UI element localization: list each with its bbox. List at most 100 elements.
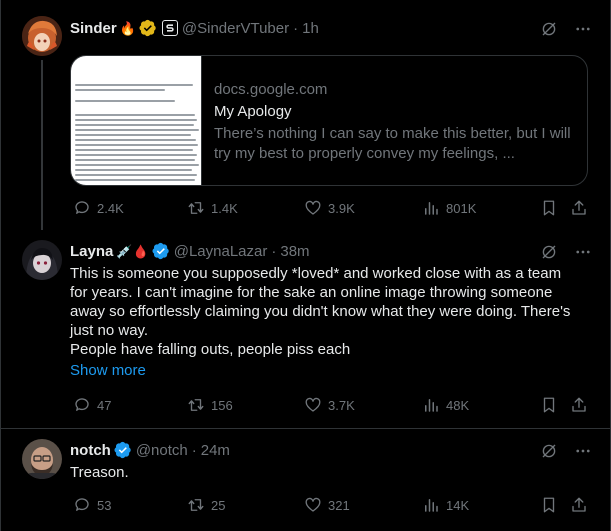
heart-icon xyxy=(305,397,321,412)
tweet-header: notch @notch · 24m xyxy=(70,440,230,460)
avatar[interactable] xyxy=(22,439,62,479)
verified-gold-icon[interactable] xyxy=(139,19,157,37)
like-button[interactable]: 3.7K xyxy=(304,396,355,414)
handle[interactable]: @LaynaLazar xyxy=(174,243,268,260)
show-more-link[interactable]: Show more xyxy=(70,361,590,380)
tweet-text-line: away so effortlessly claiming you didn't… xyxy=(70,303,571,320)
retweet-count: 25 xyxy=(211,497,226,513)
views-chart-icon xyxy=(425,202,438,215)
like-button[interactable]: 321 xyxy=(304,496,350,514)
retweet-count: 156 xyxy=(211,397,233,413)
thread-line xyxy=(41,60,43,230)
reply-count: 47 xyxy=(97,397,112,413)
action-bar: 53 25 321 14K xyxy=(70,496,592,516)
tweet-sinder[interactable]: Sinder 🔥 @SinderVTuber · 1h docs.google.… xyxy=(1,0,611,230)
link-card[interactable]: docs.google.com My Apology There’s nothi… xyxy=(70,55,588,186)
separator-dot: · xyxy=(191,441,197,459)
grok-icon[interactable] xyxy=(540,442,558,460)
name-emoji: 💉🩸 xyxy=(116,243,149,259)
avatar-image xyxy=(22,240,62,280)
views-button[interactable]: 801K xyxy=(422,199,476,217)
retweet-button[interactable]: 1.4K xyxy=(187,199,238,217)
views-chart-icon xyxy=(425,499,438,512)
tweet-top-actions xyxy=(540,442,592,460)
separator-dot: · xyxy=(271,242,277,260)
timestamp[interactable]: 1h xyxy=(302,20,319,37)
heart-icon xyxy=(305,497,321,512)
grok-icon[interactable] xyxy=(540,20,558,38)
reply-button[interactable]: 2.4K xyxy=(73,199,124,217)
bookmark-icon[interactable] xyxy=(540,396,558,414)
name-emoji: 🔥 xyxy=(119,20,136,36)
card-title: My Apology xyxy=(214,103,292,120)
tweet-layna[interactable]: Layna 💉🩸 @LaynaLazar · 38m This is someo… xyxy=(1,230,611,428)
timeline: Sinder 🔥 @SinderVTuber · 1h docs.google.… xyxy=(0,0,611,531)
action-bar: 47 156 3.7K 48K xyxy=(70,396,592,416)
more-options-icon[interactable] xyxy=(574,243,592,261)
tweet-top-actions xyxy=(540,243,592,261)
avatar[interactable] xyxy=(22,240,62,280)
handle[interactable]: @SinderVTuber xyxy=(182,20,289,37)
views-button[interactable]: 14K xyxy=(422,496,469,514)
reply-button[interactable]: 47 xyxy=(73,396,111,414)
reply-count: 2.4K xyxy=(97,200,124,216)
heart-icon xyxy=(305,200,321,215)
reply-icon xyxy=(75,498,89,511)
views-chart-icon xyxy=(425,399,438,412)
bookmark-icon[interactable] xyxy=(540,496,558,514)
retweet-icon xyxy=(188,399,204,411)
views-button[interactable]: 48K xyxy=(422,396,469,414)
avatar-image xyxy=(22,16,62,56)
views-count: 48K xyxy=(446,397,470,413)
grok-icon[interactable] xyxy=(540,243,558,261)
reply-count: 53 xyxy=(97,497,112,513)
tweet-header: Sinder 🔥 @SinderVTuber · 1h xyxy=(70,18,319,38)
tweet-text-line: This is someone you supposedly *loved* a… xyxy=(70,265,562,282)
separator-dot: · xyxy=(293,19,299,37)
action-bar: 2.4K 1.4K 3.9K 801K xyxy=(70,199,592,219)
tweet-top-actions xyxy=(540,20,592,38)
affiliate-badge[interactable] xyxy=(161,20,178,36)
reply-icon xyxy=(75,398,89,411)
card-text: docs.google.com My Apology There’s nothi… xyxy=(214,80,576,164)
display-name[interactable]: Sinder xyxy=(70,20,117,37)
affiliate-s-icon xyxy=(166,24,174,32)
card-description: There’s nothing I can say to make this b… xyxy=(214,125,571,162)
timestamp[interactable]: 38m xyxy=(280,243,309,260)
avatar[interactable] xyxy=(22,16,62,56)
card-domain: docs.google.com xyxy=(214,81,328,98)
tweet-text: This is someone you supposedly *loved* a… xyxy=(70,264,590,380)
verified-icon[interactable] xyxy=(152,242,170,260)
avatar-image xyxy=(22,439,62,479)
share-icon[interactable] xyxy=(570,496,588,514)
like-button[interactable]: 3.9K xyxy=(304,199,355,217)
share-icon[interactable] xyxy=(570,396,588,414)
share-icon[interactable] xyxy=(570,199,588,217)
tweet-text-line: for years. I can't imagine for the sake … xyxy=(70,284,553,301)
card-thumbnail xyxy=(71,56,202,185)
like-count: 3.9K xyxy=(328,200,355,216)
views-count: 801K xyxy=(446,200,477,216)
tweet-text: Treason. xyxy=(70,464,129,481)
bookmark-icon[interactable] xyxy=(540,199,558,217)
like-count: 321 xyxy=(328,497,350,513)
verified-icon[interactable] xyxy=(114,441,132,459)
more-options-icon[interactable] xyxy=(574,442,592,460)
display-name[interactable]: notch xyxy=(70,442,111,459)
tweet-header: Layna 💉🩸 @LaynaLazar · 38m xyxy=(70,241,310,261)
retweet-icon xyxy=(188,499,204,511)
retweet-button[interactable]: 25 xyxy=(187,496,225,514)
reply-button[interactable]: 53 xyxy=(73,496,111,514)
views-count: 14K xyxy=(446,497,470,513)
tweet-text-line: People have falling outs, people piss ea… xyxy=(70,341,351,358)
tweet-text-line: just no way. xyxy=(70,322,149,339)
retweet-button[interactable]: 156 xyxy=(187,396,233,414)
display-name[interactable]: Layna xyxy=(70,243,113,260)
more-options-icon[interactable] xyxy=(574,20,592,38)
tweet-notch[interactable]: notch @notch · 24m Treason. 53 25 321 14… xyxy=(1,429,611,531)
handle[interactable]: @notch xyxy=(136,442,188,459)
reply-icon xyxy=(75,201,89,214)
timestamp[interactable]: 24m xyxy=(201,442,230,459)
retweet-icon xyxy=(188,202,204,214)
retweet-count: 1.4K xyxy=(211,200,238,216)
